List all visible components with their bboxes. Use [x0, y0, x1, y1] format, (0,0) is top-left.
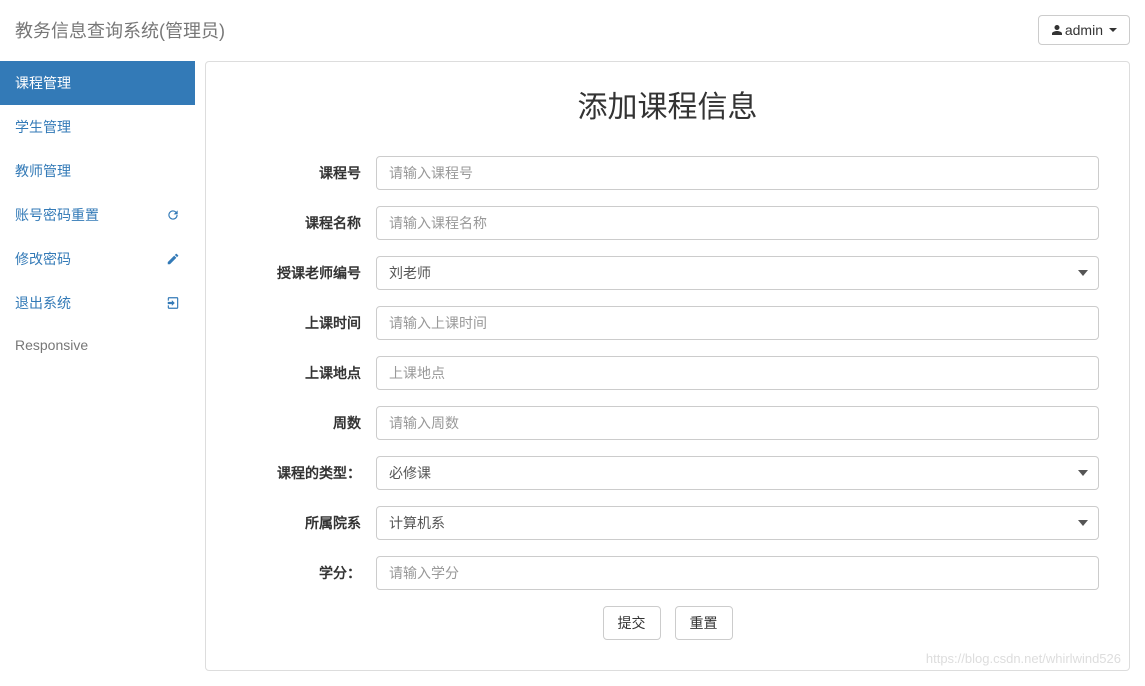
reset-button[interactable]: 重置 [675, 606, 733, 640]
user-icon [1051, 24, 1063, 36]
label-teacher-id: 授课老师编号 [236, 263, 376, 283]
input-class-time[interactable] [376, 306, 1099, 340]
pencil-icon [166, 252, 180, 266]
input-location[interactable] [376, 356, 1099, 390]
sidebar-item-label: 教师管理 [15, 161, 71, 181]
sidebar-item-label: 课程管理 [15, 73, 71, 93]
input-course-id[interactable] [376, 156, 1099, 190]
sidebar-item-logout[interactable]: 退出系统 [0, 281, 195, 325]
submit-button[interactable]: 提交 [603, 606, 661, 640]
sidebar-item-label: 修改密码 [15, 249, 71, 269]
sidebar-item-label: 退出系统 [15, 293, 71, 313]
sidebar-item-reset-password[interactable]: 账号密码重置 [0, 193, 195, 237]
page-title: 添加课程信息 [236, 82, 1099, 126]
label-course-type: 课程的类型： [236, 463, 376, 483]
sidebar-item-label: 账号密码重置 [15, 205, 99, 225]
logout-icon [166, 296, 180, 310]
sidebar-item-student-manage[interactable]: 学生管理 [0, 105, 195, 149]
user-name: admin [1065, 22, 1103, 38]
sidebar: 课程管理 学生管理 教师管理 账号密码重置 修改密码 退出系统 Responsi… [0, 61, 195, 686]
label-course-name: 课程名称 [236, 213, 376, 233]
select-teacher-id[interactable]: 刘老师 [376, 256, 1099, 290]
label-course-id: 课程号 [236, 163, 376, 183]
navbar: 教务信息查询系统(管理员) admin [0, 0, 1145, 61]
select-department[interactable]: 计算机系 [376, 506, 1099, 540]
label-location: 上课地点 [236, 363, 376, 383]
sidebar-item-label: 学生管理 [15, 117, 71, 137]
caret-down-icon [1109, 28, 1117, 32]
input-weeks[interactable] [376, 406, 1099, 440]
select-course-type[interactable]: 必修课 [376, 456, 1099, 490]
sidebar-item-course-manage[interactable]: 课程管理 [0, 61, 195, 105]
refresh-icon [166, 208, 180, 222]
label-weeks: 周数 [236, 413, 376, 433]
navbar-brand: 教务信息查询系统(管理员) [15, 17, 225, 43]
sidebar-footer-text: Responsive [0, 325, 195, 365]
input-credit[interactable] [376, 556, 1099, 590]
label-class-time: 上课时间 [236, 313, 376, 333]
sidebar-item-change-password[interactable]: 修改密码 [0, 237, 195, 281]
sidebar-item-teacher-manage[interactable]: 教师管理 [0, 149, 195, 193]
label-credit: 学分： [236, 563, 376, 583]
user-dropdown[interactable]: admin [1038, 15, 1130, 45]
watermark: https://blog.csdn.net/whirlwind526 [926, 651, 1121, 666]
label-department: 所属院系 [236, 513, 376, 533]
input-course-name[interactable] [376, 206, 1099, 240]
main-panel: 添加课程信息 课程号 课程名称 授课老师编号 刘老师 上课时间 上课地点 周数 [205, 61, 1130, 671]
